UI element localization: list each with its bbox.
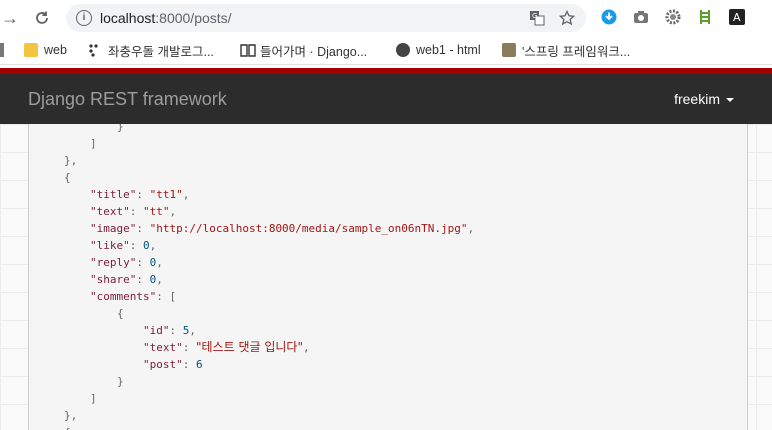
address-bar[interactable]: i localhost:8000/posts/ G — [66, 4, 586, 32]
svg-text:G: G — [532, 12, 537, 20]
json-line: { — [64, 171, 71, 184]
json-line: "post": 6 — [143, 358, 203, 371]
json-line: "image": "http://localhost:8000/media/sa… — [90, 222, 475, 235]
globe-icon — [396, 43, 410, 57]
json-line: "title": "tt1", — [90, 188, 190, 201]
bookmark-devlog[interactable]: 좌충우돌 개발로그... — [88, 41, 214, 59]
bookmark-web[interactable]: web — [24, 41, 67, 59]
json-line: ] — [90, 392, 97, 405]
forward-arrow-icon[interactable]: → — [0, 6, 22, 30]
json-line: "comments": [ — [90, 290, 177, 303]
bookmarks-bar: web 좌충우돌 개발로그... 들어가며 · Django... web1 -… — [0, 36, 772, 65]
font-extension-icon[interactable]: A — [728, 8, 746, 26]
json-line: "text": "테스트 댓글 입니다", — [143, 340, 310, 354]
download-extension-icon[interactable] — [600, 8, 618, 26]
reload-button[interactable] — [30, 6, 54, 30]
page-content: } ] }, { "title": "tt1", "text": "tt", "… — [0, 124, 772, 430]
bookmark-star-icon[interactable] — [558, 9, 576, 27]
json-line: { — [64, 424, 71, 430]
json-line: "like": 0, — [90, 239, 157, 252]
svg-text:A: A — [733, 11, 741, 24]
json-line: } — [117, 375, 124, 388]
bookmark-spring[interactable]: '스프링 프레임워크... — [502, 41, 630, 59]
json-line: ] — [90, 137, 97, 150]
json-line: "reply": 0, — [90, 256, 163, 269]
ladder-extension-icon[interactable] — [696, 8, 714, 26]
json-line: "text": "tt", — [90, 205, 177, 218]
gear-icon[interactable] — [664, 8, 682, 26]
bookmark-web1[interactable]: web1 - html — [396, 41, 481, 59]
json-line: "id": 5, — [143, 324, 196, 337]
bookmark-django[interactable]: 들어가며 · Django... — [240, 41, 367, 59]
brand-link[interactable]: Django REST framework — [28, 89, 227, 110]
url-text[interactable]: localhost:8000/posts/ — [100, 10, 232, 26]
json-line: } — [117, 124, 124, 133]
book-icon — [240, 43, 256, 57]
camera-icon[interactable] — [632, 8, 650, 26]
caret-down-icon — [726, 98, 734, 103]
json-response: } ] }, { "title": "tt1", "text": "tt", "… — [28, 124, 748, 430]
json-line: }, — [64, 409, 78, 422]
json-line: "share": 0, — [90, 273, 163, 286]
site-info-icon[interactable]: i — [76, 10, 92, 26]
avatar-icon — [502, 43, 516, 57]
overflow-bookmark-icon[interactable] — [0, 41, 4, 59]
folder-icon — [24, 43, 38, 57]
reload-icon — [36, 11, 48, 24]
user-dropdown[interactable]: freekim — [674, 91, 734, 107]
json-line: }, — [64, 154, 78, 167]
dots-icon — [88, 43, 102, 57]
browser-toolbar: → i localhost:8000/posts/ G A — [0, 0, 772, 36]
translate-icon[interactable]: G — [528, 9, 546, 27]
drf-navbar: Django REST framework freekim — [0, 74, 772, 124]
json-line: { — [117, 307, 124, 320]
